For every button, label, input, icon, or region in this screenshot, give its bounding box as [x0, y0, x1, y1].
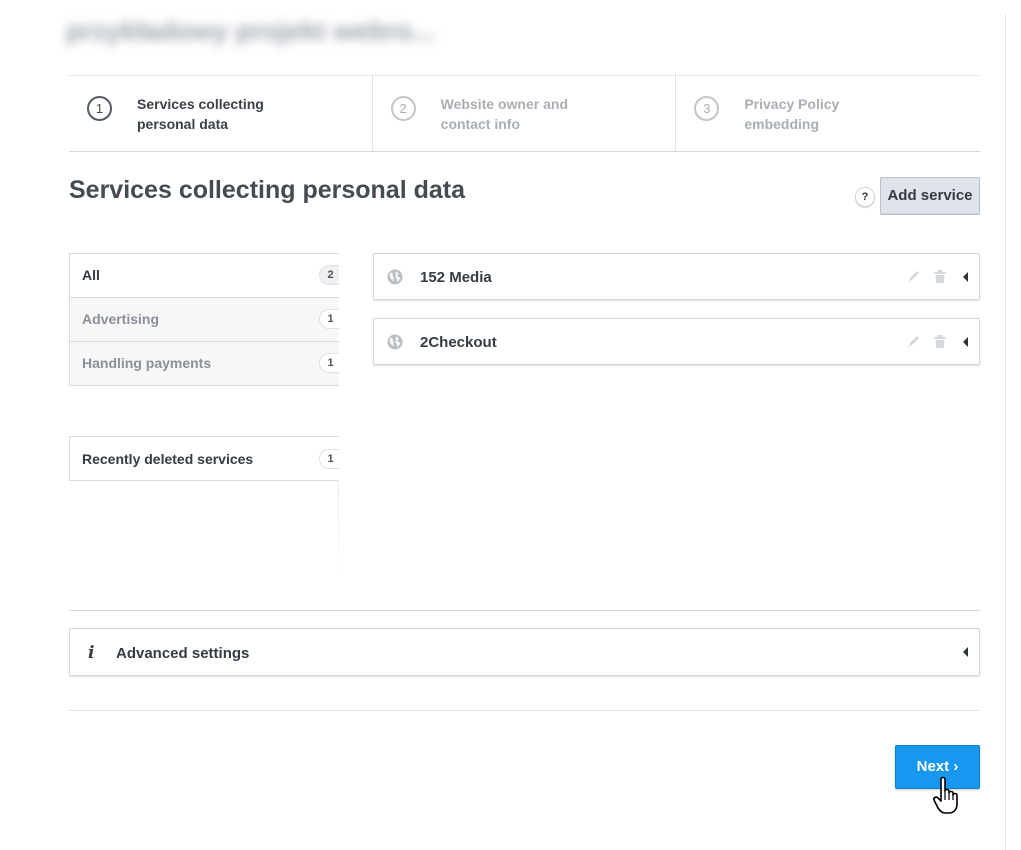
step-label-3: Privacy Policy embedding	[744, 96, 840, 132]
category-label: All	[82, 267, 100, 283]
help-icon[interactable]: ?	[855, 187, 875, 207]
sidebar-divider	[338, 480, 339, 578]
advanced-settings-label: Advanced settings	[116, 645, 250, 662]
advanced-settings-panel[interactable]: i Advanced settings	[69, 628, 980, 676]
recently-deleted-services[interactable]: Recently deleted services 1	[69, 436, 339, 481]
category-count-badge: 1	[319, 353, 339, 373]
category-count-badge: 1	[319, 309, 339, 329]
step-number-2: 2	[390, 96, 416, 121]
service-name: 2Checkout	[420, 334, 497, 351]
trash-icon[interactable]	[933, 334, 947, 349]
footer-divider	[69, 710, 980, 711]
privacy-policy-wizard: przykładowy projekt webro... 1 Services …	[0, 0, 1021, 850]
category-label: Advertising	[82, 311, 160, 327]
category-item-all[interactable]: All 2	[70, 254, 339, 298]
info-icon: i	[88, 643, 95, 663]
caret-left-icon[interactable]	[963, 337, 968, 347]
page-title: Services collecting personal data	[69, 176, 465, 204]
wizard-steps: 1 Services collecting personal data 2 We…	[69, 76, 980, 152]
right-divider	[1005, 14, 1006, 850]
step-embedding[interactable]: 3 Privacy Policy embedding	[676, 76, 980, 151]
recently-deleted-count-badge: 1	[319, 449, 339, 469]
category-label: Handling payments	[82, 355, 212, 371]
step-label-1: Services collecting personal data	[137, 96, 264, 132]
globe-icon	[387, 269, 403, 285]
step-owner[interactable]: 2 Website owner and contact info	[373, 76, 677, 151]
category-item-handling-payments[interactable]: Handling payments 1	[70, 342, 339, 385]
trash-icon[interactable]	[933, 269, 947, 284]
recently-deleted-label: Recently deleted services	[82, 451, 254, 467]
caret-left-icon[interactable]	[963, 272, 968, 282]
service-card-2checkout[interactable]: 2Checkout	[373, 318, 980, 365]
step-number-1: 1	[87, 96, 112, 121]
category-item-advertising[interactable]: Advertising 1	[70, 298, 339, 342]
section-divider	[69, 610, 980, 611]
step-number-3: 3	[694, 96, 720, 121]
pencil-icon[interactable]	[907, 334, 921, 349]
service-name: 152 Media	[420, 269, 492, 286]
step-label-2: Website owner and contact info	[440, 96, 568, 132]
caret-left-icon[interactable]	[963, 647, 968, 657]
pencil-icon[interactable]	[907, 269, 921, 284]
hand-pointer-icon	[933, 776, 958, 814]
category-filter-list: All 2 Advertising 1 Handling payments 1	[69, 253, 339, 386]
globe-icon	[387, 334, 403, 350]
service-card-152-media[interactable]: 152 Media	[373, 253, 980, 300]
category-count-badge: 2	[319, 265, 339, 285]
project-title: przykładowy projekt webro...	[66, 16, 436, 46]
step-services[interactable]: 1 Services collecting personal data	[69, 76, 373, 151]
add-service-button[interactable]: Add service	[880, 177, 980, 215]
